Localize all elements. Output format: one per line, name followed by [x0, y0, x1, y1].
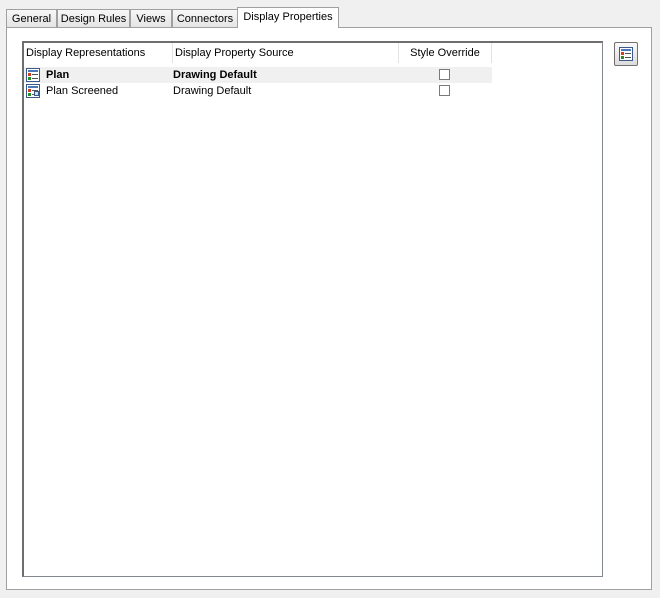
tab-label: Connectors [176, 13, 234, 25]
tab-views[interactable]: Views [130, 9, 172, 27]
display-representation-icon [26, 68, 40, 82]
tab-general[interactable]: General [6, 9, 57, 27]
row-source: Drawing Default [173, 85, 252, 97]
table-row[interactable]: Plan Drawing Default [24, 67, 492, 83]
tab-label: Display Properties [243, 11, 333, 23]
list-header: Display Representations Display Property… [24, 43, 602, 63]
row-representation: Plan Screened [46, 85, 119, 97]
column-header-source[interactable]: Display Property Source [173, 43, 399, 63]
row-source: Drawing Default [173, 69, 257, 81]
style-override-checkbox[interactable] [439, 85, 450, 96]
edit-display-properties-icon [619, 47, 633, 61]
tab-panel: Display Representations Display Property… [6, 27, 652, 590]
tab-connectors[interactable]: Connectors [172, 9, 238, 27]
column-header-label: Style Override [410, 47, 480, 59]
tab-label: Design Rules [60, 13, 127, 25]
row-representation: Plan [46, 69, 70, 81]
tab-display-properties[interactable]: Display Properties [237, 7, 339, 28]
column-header-representation[interactable]: Display Representations [24, 43, 173, 63]
column-header-override[interactable]: Style Override [399, 43, 492, 63]
display-representation-screened-icon [26, 84, 40, 98]
display-representations-list[interactable]: Display Representations Display Property… [22, 41, 603, 577]
style-override-checkbox[interactable] [439, 69, 450, 80]
column-header-label: Display Property Source [175, 47, 294, 59]
table-row[interactable]: Plan Screened Drawing Default [24, 83, 492, 99]
tab-label: Views [136, 13, 166, 25]
tab-label: General [11, 13, 52, 25]
tab-design-rules[interactable]: Design Rules [57, 9, 130, 27]
column-header-label: Display Representations [26, 47, 146, 59]
edit-display-properties-button[interactable] [614, 42, 638, 66]
